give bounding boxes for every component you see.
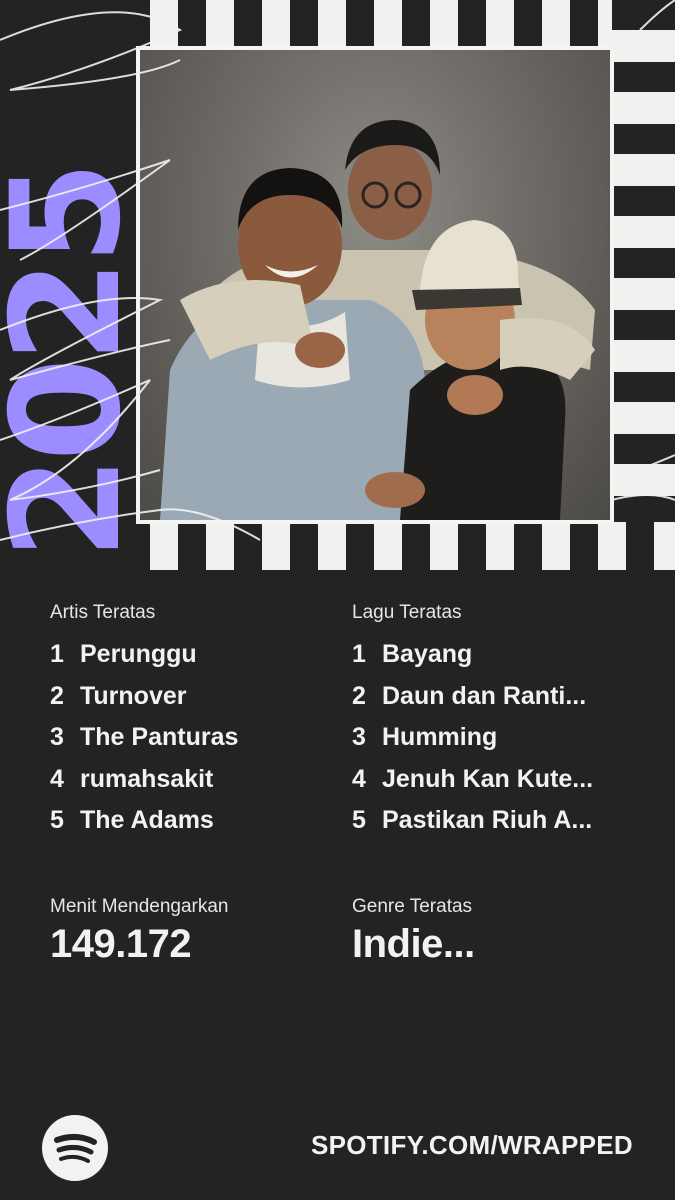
rank: 3 <box>352 723 366 751</box>
rank: 5 <box>50 806 64 834</box>
song-name: Bayang <box>382 640 473 668</box>
artist-name: The Panturas <box>80 723 239 751</box>
rank: 1 <box>352 640 366 668</box>
genre-label: Genre Teratas <box>352 896 473 917</box>
rank: 4 <box>50 764 64 793</box>
spotify-wrapped-url[interactable]: SPOTIFY.COM/WRAPPED <box>311 1130 633 1161</box>
list-item: 3 The Panturas <box>50 723 238 765</box>
genre-value: Indie... <box>352 922 475 966</box>
top-artists-label: Artis Teratas <box>50 602 156 623</box>
band-photo-illustration <box>160 120 595 520</box>
year-text: 2025 <box>0 167 154 560</box>
list-item: 2 Daun dan Ranti... <box>352 682 593 724</box>
list-item: 5 The Adams <box>50 806 238 848</box>
rank: 3 <box>50 723 64 751</box>
top-songs-column: Lagu Teratas 1 Bayang 2 Daun dan Ranti... … <box>352 602 593 848</box>
list-item: 4 Jenuh Kan Kute... <box>352 765 593 807</box>
spotify-logo-icon[interactable] <box>42 1115 108 1181</box>
list-item: 5 Pastikan Riuh A... <box>352 806 593 848</box>
rank: 4 <box>352 764 366 793</box>
minutes-stat: Menit Mendengarkan 149.172 <box>50 896 229 967</box>
wrapped-artwork: 2025 <box>0 0 675 570</box>
list-item: 1 Perunggu <box>50 640 238 682</box>
artist-name: Turnover <box>80 681 187 710</box>
artist-photo <box>136 46 614 524</box>
stripe-pattern-top <box>150 0 675 48</box>
minutes-label: Menit Mendengarkan <box>50 896 229 917</box>
list-item: 3 Humming <box>352 723 593 765</box>
song-name: Jenuh Kan Kute... <box>382 764 594 793</box>
rank: 1 <box>50 640 64 668</box>
song-name: Humming <box>382 723 498 751</box>
top-artists-column: Artis Teratas 1 Perunggu 2 Turnover 3 The P… <box>50 602 238 848</box>
top-songs-list: 1 Bayang 2 Daun dan Ranti... 3 Humming 4 Jen… <box>352 640 593 848</box>
rank: 2 <box>352 681 366 710</box>
artist-name: Perunggu <box>80 640 197 668</box>
song-name: Daun dan Ranti... <box>382 681 587 710</box>
list-item: 2 Turnover <box>50 682 238 724</box>
stripe-pattern-bottom <box>150 522 675 570</box>
rank: 5 <box>352 806 366 834</box>
top-songs-label: Lagu Teratas <box>352 602 462 623</box>
stripe-pattern-right <box>612 0 675 570</box>
song-name: Pastikan Riuh A... <box>382 806 593 834</box>
list-item: 1 Bayang <box>352 640 593 682</box>
artist-name: rumahsakit <box>80 764 214 793</box>
genre-stat: Genre Teratas Indie... <box>352 896 475 967</box>
top-artists-list: 1 Perunggu 2 Turnover 3 The Panturas 4 rumah… <box>50 640 238 848</box>
list-item: 4 rumahsakit <box>50 765 238 807</box>
rank: 2 <box>50 681 64 710</box>
artist-name: The Adams <box>80 806 214 834</box>
minutes-value: 149.172 <box>50 922 192 966</box>
